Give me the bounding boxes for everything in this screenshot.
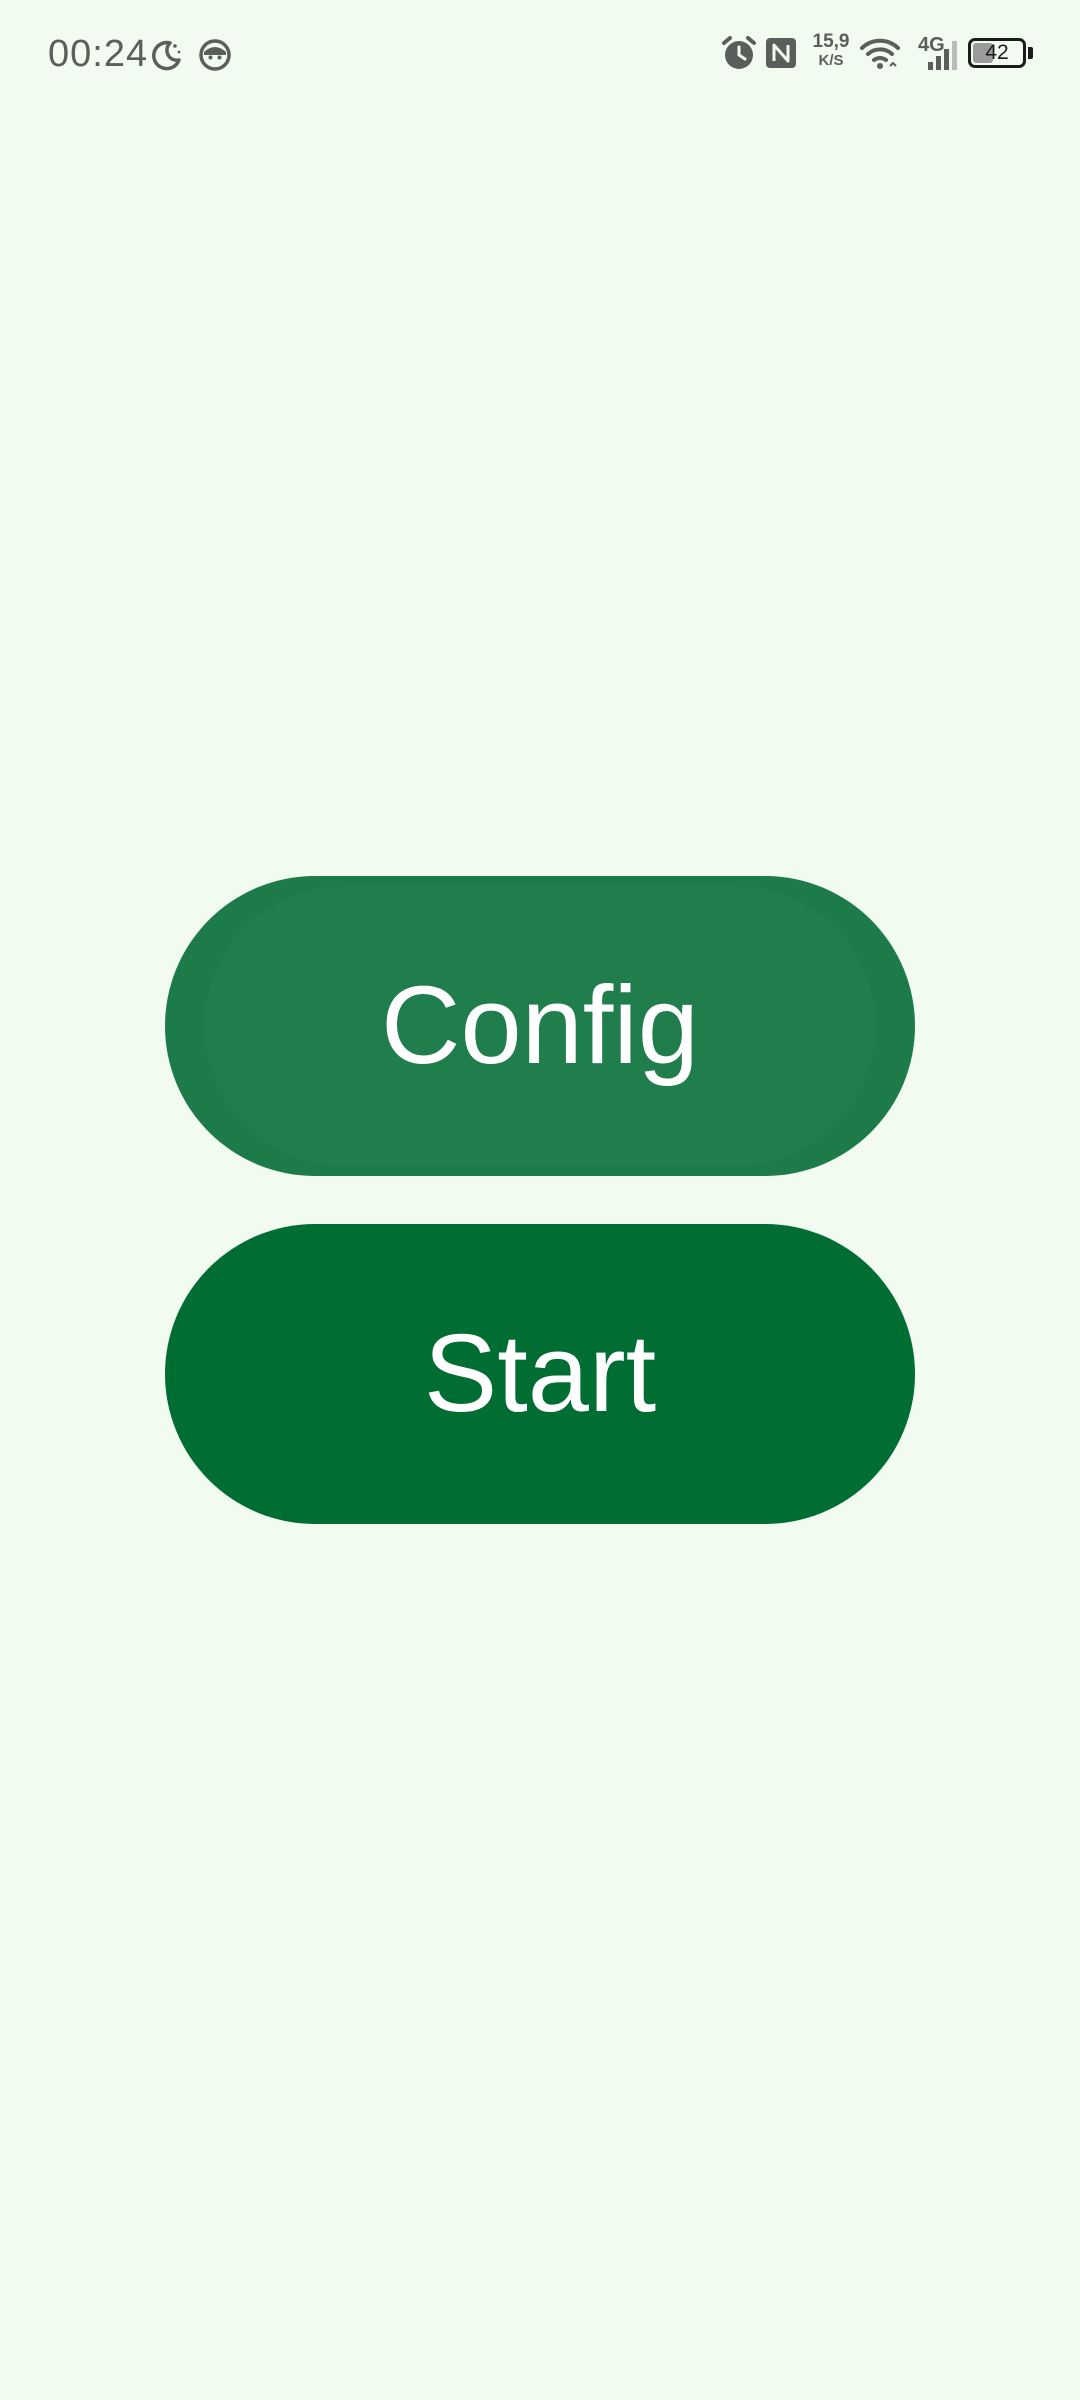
network-speed-value: 15,9	[812, 31, 850, 52]
battery-tip	[1028, 47, 1033, 59]
wifi-icon	[860, 38, 900, 69]
start-button[interactable]: Start	[165, 1224, 915, 1524]
status-bar: 00:24 15,9 K/S 4G 42	[0, 0, 1080, 110]
network-speed: 15,9 K/S	[806, 32, 856, 70]
battery-level: 42	[985, 41, 1009, 64]
moon-icon	[152, 40, 181, 71]
face-icon	[199, 39, 231, 71]
config-button[interactable]: Config	[165, 876, 915, 1176]
alarm-icon	[722, 36, 756, 69]
signal-icon	[928, 41, 957, 70]
status-time: 00:24	[48, 33, 149, 75]
nfc-icon	[766, 38, 796, 68]
network-speed-unit: K/S	[818, 52, 844, 69]
battery-icon: 42	[968, 38, 1026, 68]
